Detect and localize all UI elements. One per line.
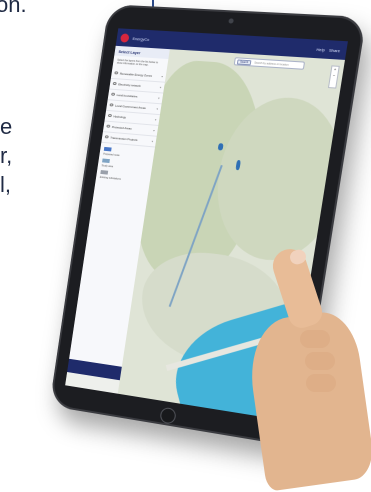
finger	[306, 374, 336, 392]
chevron-down-icon: ▾	[160, 85, 162, 89]
layer-item-label: Hydrology	[113, 114, 126, 119]
background-text-line: r,	[0, 143, 12, 169]
background-text-line: l,	[0, 172, 11, 198]
chevron-down-icon: ▾	[161, 74, 163, 78]
eye-icon	[113, 82, 117, 85]
legend-swatch	[102, 158, 110, 163]
sidebar-footer	[67, 359, 122, 380]
legend-label: Existing substations	[100, 176, 147, 183]
zoom-control: + −	[328, 65, 340, 88]
search-button[interactable]: Search	[237, 59, 252, 65]
layer-legend: Proposed route Study area Existing subst…	[100, 147, 151, 183]
legend-label: Proposed route	[103, 153, 150, 160]
map-search-bar[interactable]: Search Search by address or location	[234, 57, 305, 70]
eye-icon	[108, 114, 112, 117]
chevron-down-icon: ▾	[158, 96, 160, 100]
chevron-down-icon: ▾	[155, 118, 157, 122]
layer-item-label: Transmission Projects	[110, 136, 138, 142]
eye-icon	[114, 72, 118, 75]
app-title: EnergyCo	[132, 36, 149, 42]
help-link[interactable]: Help	[316, 46, 325, 52]
layer-item-label: Protected Areas	[112, 125, 132, 131]
finger	[300, 330, 330, 348]
zoom-out-button[interactable]: −	[330, 73, 337, 80]
search-input[interactable]: Search by address or location	[254, 61, 289, 66]
layer-item-label: Local Government Areas	[115, 104, 146, 110]
header-actions: Help Share	[316, 46, 341, 53]
eye-icon	[109, 104, 113, 107]
finger	[305, 352, 335, 370]
legend-swatch	[100, 170, 108, 175]
layer-item-label: Land boundaries	[116, 93, 137, 98]
camera-icon	[228, 18, 234, 23]
chevron-down-icon: ▾	[153, 128, 155, 132]
background-text-line: on.	[0, 0, 27, 18]
share-link[interactable]: Share	[329, 47, 341, 53]
eye-icon	[106, 125, 110, 128]
eye-icon	[111, 93, 115, 96]
legend-swatch	[104, 147, 112, 152]
chevron-down-icon: ▾	[156, 107, 158, 111]
legend-label: Study area	[101, 164, 148, 171]
layer-item-label: Renewable Energy Zones	[120, 71, 153, 77]
layer-item-label: Electricity network	[118, 82, 141, 88]
chevron-down-icon: ▾	[151, 139, 153, 143]
logo-icon	[120, 33, 130, 42]
eye-icon	[105, 136, 109, 139]
background-text-line: e	[0, 114, 12, 140]
home-button	[159, 407, 177, 425]
